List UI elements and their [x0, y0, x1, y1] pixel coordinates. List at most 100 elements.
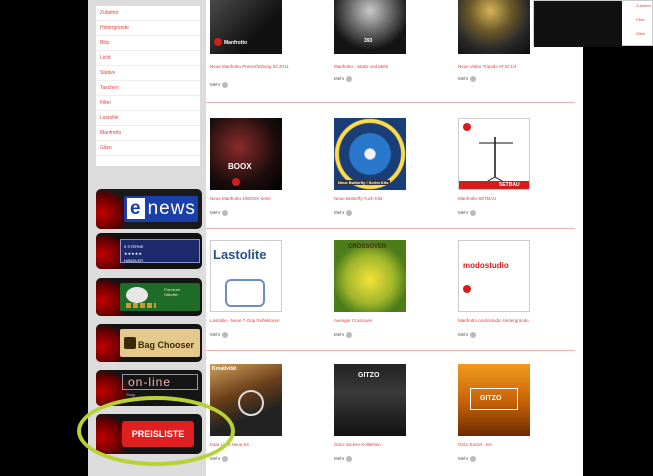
stars-icon: ★★★★★: [124, 251, 142, 256]
lens-icon: [238, 390, 264, 416]
thumbnail-text: Lastolite: [213, 247, 267, 262]
haendler-banner[interactable]: 5 STERNE ★★★★★ HÄNDLER: [96, 233, 202, 269]
premium-dealer-banner[interactable]: Premium Händler: [96, 278, 202, 316]
product-thumbnail[interactable]: 393: [334, 0, 406, 54]
product-thumbnail[interactable]: Neue Butterfly / Scrim Kits: [334, 118, 406, 190]
more-arrow-icon: [222, 456, 229, 462]
thumbnail-text: GITZO: [480, 395, 502, 402]
bag-chooser-label: Bag Chooser: [137, 340, 194, 350]
more-link[interactable]: Mehr: [334, 332, 353, 338]
more-arrow-icon: [346, 332, 353, 338]
product-title[interactable]: Manfrotto - Stativ und Mehr: [334, 64, 452, 70]
more-arrow-icon: [470, 76, 477, 82]
more-link[interactable]: Mehr: [210, 82, 229, 88]
more-link[interactable]: Mehr: [210, 210, 229, 216]
more-label: Mehr: [334, 76, 345, 82]
more-link[interactable]: Mehr: [210, 456, 229, 462]
thumbnail-text: Kreativität: [212, 366, 237, 372]
more-link[interactable]: Mehr: [458, 210, 477, 216]
sidebar-link[interactable]: Zubehör: [96, 6, 200, 21]
product-thumbnail[interactable]: modostudio: [458, 240, 530, 312]
manfrotto-logo-icon: [232, 178, 240, 186]
product-title[interactable]: Manfrotto modostudio Hintergründe: [458, 318, 576, 324]
product-thumbnail[interactable]: Lastolite: [210, 240, 282, 312]
more-link[interactable]: Mehr: [458, 456, 477, 462]
more-label: Mehr: [458, 210, 469, 216]
more-label: Mehr: [210, 82, 221, 88]
product-title[interactable]: Neue Manfrotto Preiserhöhung 02.2011: [210, 64, 328, 70]
product-title[interactable]: Gitzo Einzel - ein: [458, 442, 576, 448]
product-title[interactable]: Neue Manfrotto 1/BOOX Serie: [210, 196, 328, 202]
bag-chooser-badge: Bag Chooser: [120, 329, 200, 357]
more-arrow-icon: [346, 210, 353, 216]
more-link[interactable]: Mehr: [458, 332, 477, 338]
online-sub-label: Shop: [126, 392, 136, 397]
sidebar-menu: Zubehör Hintergründe Blitz Licht Stative…: [96, 6, 200, 166]
sidebar-link[interactable]: Hintergründe: [96, 21, 200, 36]
enews-logo: e news: [124, 196, 198, 222]
thumbnail-text: 393: [364, 38, 373, 44]
more-arrow-icon: [470, 332, 477, 338]
overlay-dark-panel: [534, 1, 622, 47]
product-title[interactable]: Gitzo Jacken Kollektion: [334, 442, 452, 448]
more-link[interactable]: Mehr: [458, 76, 477, 82]
more-label: Mehr: [210, 332, 221, 338]
sidebar-link[interactable]: Gitzo: [96, 141, 200, 156]
enews-e: e: [127, 198, 145, 219]
sidebar-link[interactable]: Lastolite: [96, 111, 200, 126]
enews-news: news: [147, 198, 196, 219]
sidebar-link[interactable]: Stative: [96, 66, 200, 81]
more-label: Mehr: [458, 456, 469, 462]
sidebar-link[interactable]: Blitz: [96, 36, 200, 51]
online-label: on-line: [122, 374, 198, 390]
manfrotto-logo-icon: [214, 38, 222, 46]
overlay-link[interactable]: Zubehör: [636, 3, 651, 8]
more-arrow-icon: [346, 456, 353, 462]
more-arrow-icon: [470, 456, 477, 462]
product-thumbnail[interactable]: GITZO: [458, 364, 530, 436]
product-title[interactable]: Neue Video Tripods AT M 1/4: [458, 64, 576, 70]
product-thumbnail[interactable]: CROSSOVER: [334, 240, 406, 312]
bag-icon: [124, 337, 136, 349]
product-thumbnail[interactable]: [458, 0, 530, 54]
haendler-badge: 5 STERNE ★★★★★ HÄNDLER: [120, 239, 200, 263]
manfrotto-logo-icon: [463, 285, 471, 293]
premium-line: Händler: [164, 292, 179, 297]
thumbnail-text: modostudio: [463, 261, 509, 270]
product-thumbnail[interactable]: SETBAU: [458, 118, 530, 190]
more-link[interactable]: Mehr: [334, 210, 353, 216]
thumbnail-text: Manfrotto: [224, 40, 248, 46]
sidebar-link[interactable]: Filter: [96, 96, 200, 111]
overlay-link[interactable]: Gitzo: [636, 31, 645, 36]
highlight-circle: [77, 396, 235, 466]
product-thumbnail[interactable]: BOOX: [210, 118, 282, 190]
sidebar-link[interactable]: Taschen: [96, 81, 200, 96]
more-label: Mehr: [210, 210, 221, 216]
more-label: Mehr: [334, 456, 345, 462]
more-label: Mehr: [458, 332, 469, 338]
product-thumbnail[interactable]: GITZO: [334, 364, 406, 436]
bag-chooser-banner[interactable]: Bag Chooser: [96, 324, 202, 362]
overlay-link[interactable]: Filter: [636, 17, 645, 22]
haendler-line: HÄNDLER: [124, 258, 144, 263]
thumbnail-text: GITZO: [358, 372, 380, 379]
product-title[interactable]: Lastolite - Neue T-Grip Reflektoren: [210, 318, 328, 324]
enews-banner[interactable]: e news: [96, 189, 202, 229]
more-link[interactable]: Mehr: [334, 76, 353, 82]
row-divider: [206, 102, 575, 103]
more-arrow-icon: [222, 332, 229, 338]
thumbnail-text: BOOX: [228, 162, 252, 171]
more-arrow-icon: [222, 82, 229, 88]
product-title[interactable]: Neue Butterfly Tuch Kits: [334, 196, 452, 202]
more-link[interactable]: Mehr: [334, 456, 353, 462]
overlay-window: Zubehör Filter Gitzo: [533, 0, 653, 47]
product-grid: Manfrotto Neue Manfrotto Preiserhöhung 0…: [206, 0, 583, 476]
product-title[interactable]: Avenger Crossover: [334, 318, 452, 324]
dealer-logo-icon: [126, 287, 148, 303]
more-arrow-icon: [222, 210, 229, 216]
more-link[interactable]: Mehr: [210, 332, 229, 338]
sidebar-link[interactable]: Manfrotto: [96, 126, 200, 141]
sidebar-link[interactable]: Licht: [96, 51, 200, 66]
product-title[interactable]: Manfrotto SETBAU: [458, 196, 576, 202]
product-thumbnail[interactable]: Manfrotto: [210, 0, 282, 54]
